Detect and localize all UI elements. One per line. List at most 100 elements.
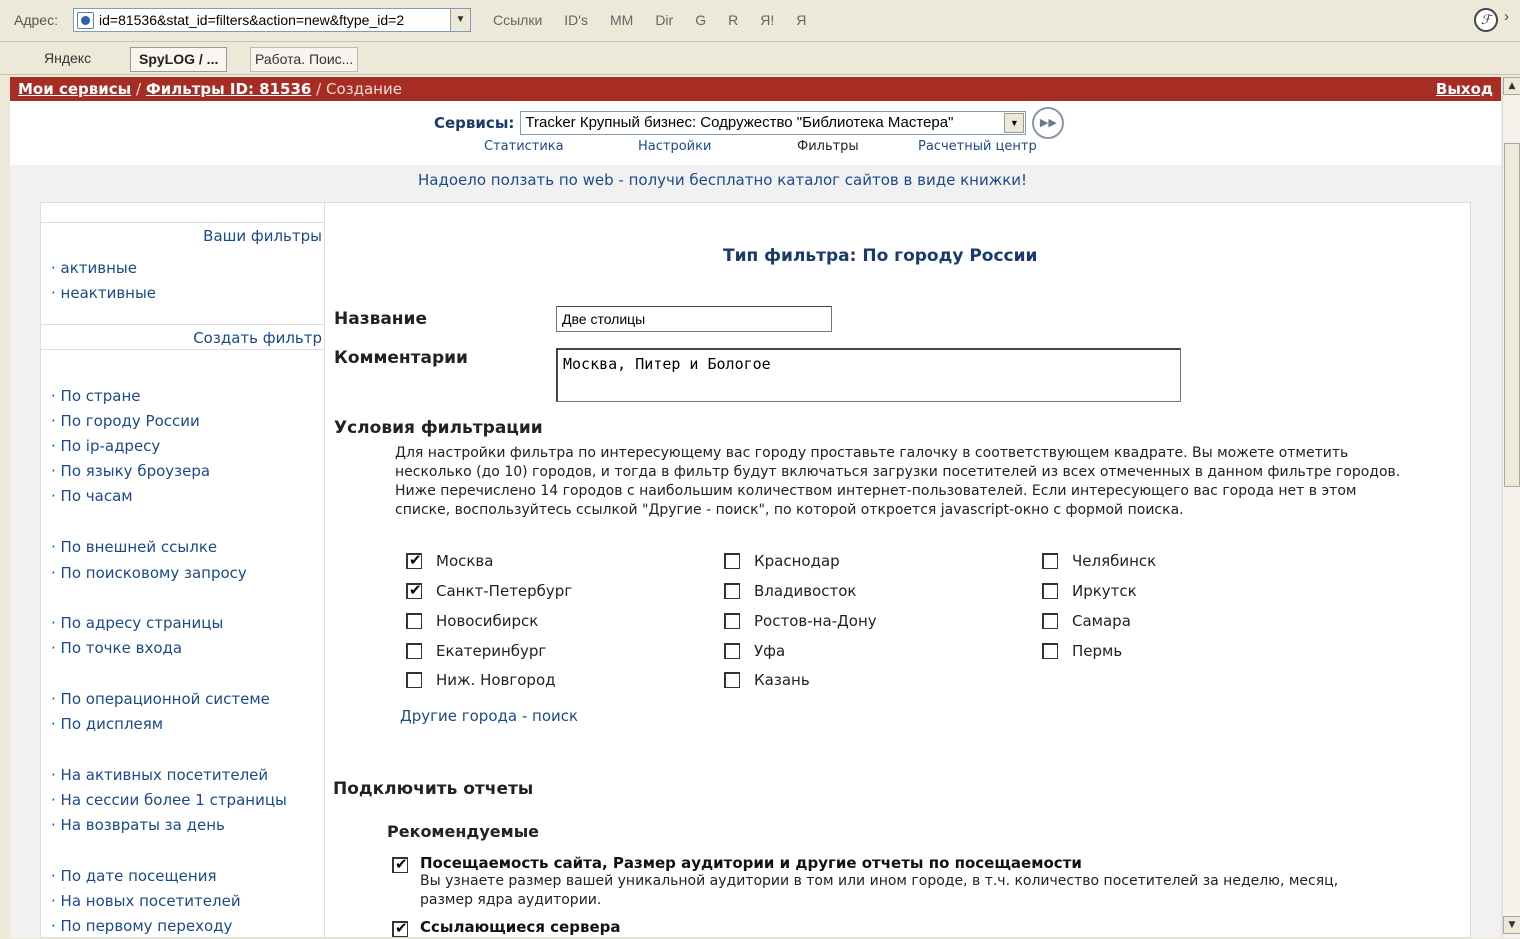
city-checkbox[interactable]: Екатеринбург bbox=[406, 642, 546, 660]
city-checkbox[interactable]: Краснодар bbox=[724, 552, 840, 570]
link-mm[interactable]: MM bbox=[610, 12, 633, 28]
links-label[interactable]: Ссылки bbox=[493, 12, 542, 28]
city-checkbox[interactable]: Новосибирск bbox=[406, 612, 538, 630]
sidebar-item-country[interactable]: По стране bbox=[51, 387, 141, 405]
city-label: Казань bbox=[754, 671, 810, 689]
city-checkbox[interactable]: Казань bbox=[724, 671, 810, 689]
checkbox[interactable] bbox=[406, 551, 422, 569]
checkbox[interactable] bbox=[1042, 643, 1058, 659]
page-scrollbar[interactable]: ▲ ▼ bbox=[1502, 77, 1520, 938]
comment-field[interactable]: Москва, Питер и Бологое bbox=[556, 348, 1181, 402]
other-cities-link[interactable]: Другие города - поиск bbox=[400, 707, 578, 725]
main-panel: Ваши фильтры активные неактивные Создать… bbox=[40, 202, 1471, 939]
tab-rabota[interactable]: Работа. Поис... bbox=[250, 47, 359, 72]
services-selected-value: Tracker Крупный бизнес: Содружество "Биб… bbox=[525, 114, 954, 131]
address-url[interactable]: id=81536&stat_id=filters&action=new&ftyp… bbox=[99, 12, 404, 28]
city-checkbox[interactable]: Санкт-Петербург bbox=[406, 581, 572, 600]
sidebar-item-active[interactable]: активные bbox=[51, 259, 137, 277]
city-checkbox[interactable]: Пермь bbox=[1042, 642, 1122, 660]
city-checkbox[interactable]: Челябинск bbox=[1042, 552, 1156, 570]
checkbox[interactable] bbox=[724, 672, 740, 688]
link-dir[interactable]: Dir bbox=[655, 12, 673, 28]
report-text: Посещаемость сайта, Размер аудитории и д… bbox=[420, 854, 1370, 910]
sidebar-item-first-transition[interactable]: По первому переходу bbox=[51, 917, 233, 935]
sidebar-item-sessions[interactable]: На сессии более 1 страницы bbox=[51, 791, 287, 809]
sidebar-item-returns[interactable]: На возвраты за день bbox=[51, 816, 225, 834]
logout-link[interactable]: Выход bbox=[1436, 80, 1493, 98]
filter-form: Тип фильтра: По городу России Название Д… bbox=[326, 203, 1471, 939]
divider bbox=[41, 349, 325, 350]
city-checkbox[interactable]: Владивосток bbox=[724, 582, 856, 600]
sidebar-item-page-address[interactable]: По адресу страницы bbox=[51, 614, 224, 632]
divider bbox=[41, 222, 325, 223]
checkbox[interactable] bbox=[724, 613, 740, 629]
checkbox[interactable] bbox=[406, 672, 422, 688]
sidebar-item-browser-lang[interactable]: По языку броузера bbox=[51, 462, 211, 480]
city-checkbox[interactable]: Самара bbox=[1042, 612, 1131, 630]
nav-billing[interactable]: Расчетный центр bbox=[918, 139, 1037, 154]
crumb-current: Создание bbox=[325, 80, 402, 98]
conditions-description: Для настройки фильтра по интересующему в… bbox=[395, 445, 1401, 518]
report-description: Вы узнаете размер вашей уникальной аудит… bbox=[420, 873, 1339, 908]
link-ya-excl[interactable]: Я! bbox=[760, 12, 774, 28]
city-checkbox[interactable]: Уфа bbox=[724, 642, 785, 660]
checkbox[interactable] bbox=[1042, 583, 1058, 599]
city-label: Пермь bbox=[1072, 642, 1123, 660]
scroll-thumb[interactable] bbox=[1504, 143, 1520, 487]
city-label: Челябинск bbox=[1072, 552, 1157, 570]
name-field[interactable]: Две столицы bbox=[556, 306, 832, 332]
report-checkbox[interactable] bbox=[392, 919, 408, 937]
sidebar-item-displays[interactable]: По дисплеям bbox=[51, 715, 164, 733]
city-checkbox[interactable]: Ростов-на-Дону bbox=[724, 612, 877, 630]
city-label: Иркутск bbox=[1072, 582, 1137, 600]
services-select[interactable]: Tracker Крупный бизнес: Содружество "Биб… bbox=[520, 111, 1027, 135]
crumb-filters[interactable]: Фильтры ID: 81536 bbox=[146, 80, 312, 98]
chevron-right-icon[interactable]: › bbox=[1504, 8, 1509, 25]
city-label: Уфа bbox=[754, 642, 786, 660]
checkbox[interactable] bbox=[406, 613, 422, 629]
scroll-up-icon[interactable]: ▲ bbox=[1503, 77, 1520, 95]
services-row: Сервисы: Tracker Крупный бизнес: Содруже… bbox=[434, 107, 1065, 139]
sidebar-item-external-link[interactable]: По внешней ссылке bbox=[51, 538, 218, 556]
link-r[interactable]: R bbox=[728, 12, 738, 28]
browser-tabs: Яндекс SpyLOG / ... Работа. Поис... bbox=[0, 43, 1520, 75]
checkbox[interactable] bbox=[1042, 613, 1058, 629]
checkbox[interactable] bbox=[724, 583, 740, 599]
tab-yandex[interactable]: Яндекс bbox=[36, 47, 99, 72]
checkbox[interactable] bbox=[406, 581, 422, 599]
go-button[interactable]: ▶▶ bbox=[1032, 107, 1065, 139]
sidebar-item-ip[interactable]: По ip-адресу bbox=[51, 437, 161, 455]
checkbox[interactable] bbox=[724, 553, 740, 569]
city-label: Самара bbox=[1072, 612, 1131, 630]
city-label: Владивосток bbox=[754, 582, 857, 600]
sidebar-item-search-query[interactable]: По поисковому запросу bbox=[51, 564, 247, 582]
sidebar-item-city[interactable]: По городу России bbox=[51, 412, 200, 430]
link-ya[interactable]: Я bbox=[796, 12, 806, 28]
checkbox[interactable] bbox=[406, 643, 422, 659]
crumb-my-services[interactable]: Мои сервисы bbox=[18, 80, 131, 98]
chevron-down-icon[interactable]: ▼ bbox=[1004, 113, 1025, 133]
address-input[interactable]: id=81536&stat_id=filters&action=new&ftyp… bbox=[73, 8, 471, 32]
link-g[interactable]: G bbox=[695, 12, 706, 28]
sidebar-item-visit-date[interactable]: По дате посещения bbox=[51, 867, 217, 885]
promo-link[interactable]: Надоело ползать по web - получи бесплатн… bbox=[418, 171, 1027, 189]
sidebar-item-inactive[interactable]: неактивные bbox=[51, 284, 157, 302]
sidebar-item-new-visitors[interactable]: На новых посетителей bbox=[51, 892, 241, 910]
city-checkbox[interactable]: Ниж. Новгород bbox=[406, 671, 556, 689]
checkbox[interactable] bbox=[724, 643, 740, 659]
nav-settings[interactable]: Настройки bbox=[638, 139, 797, 154]
city-checkbox[interactable]: Иркутск bbox=[1042, 582, 1137, 600]
checkbox[interactable] bbox=[1042, 553, 1058, 569]
link-ids[interactable]: ID's bbox=[564, 12, 588, 28]
sidebar-item-os[interactable]: По операционной системе bbox=[51, 690, 270, 708]
sidebar-item-hours[interactable]: По часам bbox=[51, 487, 133, 505]
scroll-down-icon[interactable]: ▼ bbox=[1503, 916, 1520, 934]
city-checkbox[interactable]: Москва bbox=[406, 551, 493, 570]
report-checkbox[interactable] bbox=[392, 855, 408, 873]
sidebar-item-active-visitors[interactable]: На активных посетителей bbox=[51, 766, 269, 784]
sidebar: Ваши фильтры активные неактивные Создать… bbox=[41, 203, 325, 939]
sidebar-item-entry-point[interactable]: По точке входа bbox=[51, 639, 183, 657]
address-dropdown-icon[interactable]: ▼ bbox=[450, 9, 470, 31]
nav-statistics[interactable]: Статистика bbox=[484, 139, 638, 154]
tab-spylog[interactable]: SpyLOG / ... bbox=[130, 47, 228, 72]
